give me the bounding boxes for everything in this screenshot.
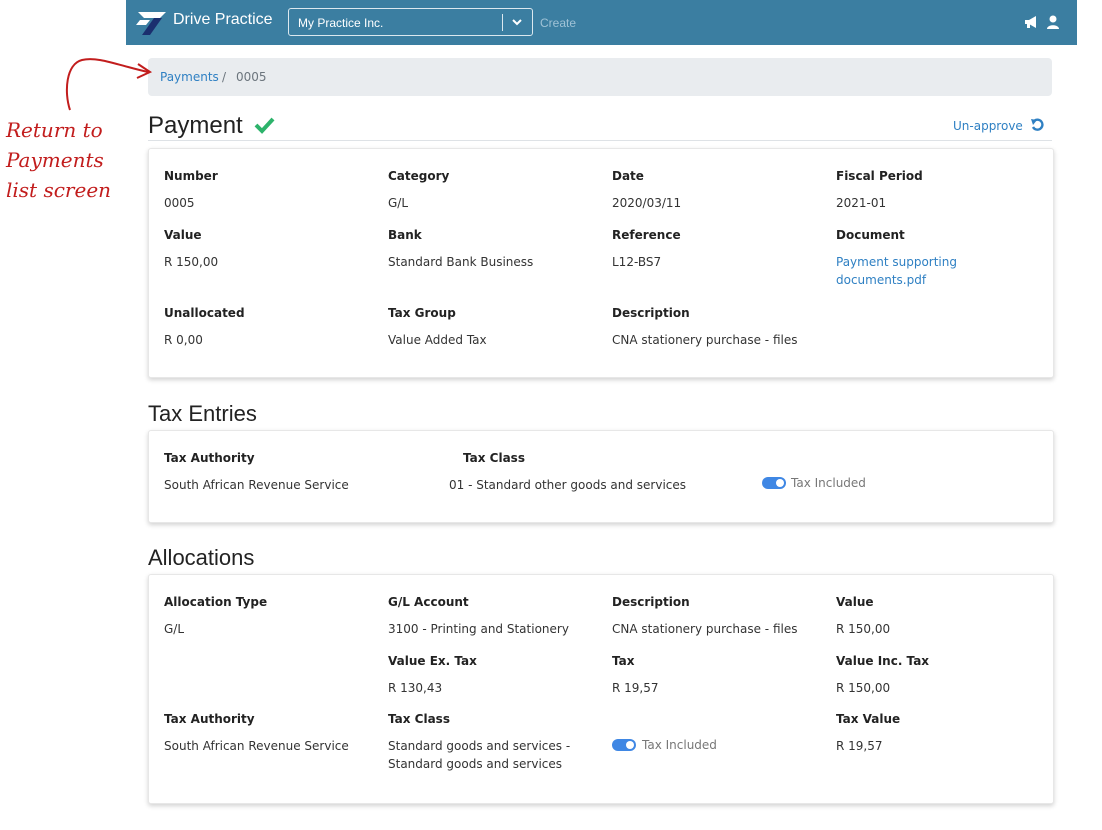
annotation-line: Return to	[6, 118, 103, 142]
allocations-card: Allocation Type G/L G/L Account 3100 - P…	[148, 574, 1054, 804]
chevron-down-icon	[512, 19, 522, 26]
tax-entries-card: Tax Authority South African Revenue Serv…	[148, 430, 1054, 523]
allocation-type-label: Allocation Type	[164, 595, 268, 609]
tax-included-label: Tax Included	[791, 476, 866, 490]
value-label: Value	[164, 228, 202, 242]
logo-icon[interactable]	[136, 8, 168, 36]
allocation-type-value: G/L	[164, 622, 185, 636]
date-value: 2020/03/11	[612, 196, 682, 210]
breadcrumb: Payments / 0005	[148, 58, 1052, 96]
tax-included-toggle[interactable]	[762, 477, 786, 489]
megaphone-icon[interactable]	[1023, 14, 1039, 30]
reference-label: Reference	[612, 228, 681, 242]
document-label: Document	[836, 228, 905, 242]
title-divider	[148, 140, 1052, 141]
breadcrumb-payments-link[interactable]: Payments	[160, 70, 219, 84]
allocation-tax-included-toggle[interactable]	[612, 739, 636, 751]
value-value: R 150,00	[164, 255, 219, 269]
tax-entries-heading: Tax Entries	[148, 401, 257, 426]
tax-authority-value: South African Revenue Service	[164, 478, 349, 492]
create-menu[interactable]: Create	[540, 16, 576, 30]
allocation-tax-class-label: Tax Class	[388, 712, 450, 726]
allocation-description-label: Description	[612, 595, 690, 609]
allocation-tax-included-label: Tax Included	[642, 738, 717, 752]
tax-authority-label: Tax Authority	[164, 451, 255, 465]
number-label: Number	[164, 169, 218, 183]
fiscal-period-label: Fiscal Period	[836, 169, 923, 183]
fiscal-period-value: 2021-01	[836, 196, 887, 210]
allocation-tax-authority-label: Tax Authority	[164, 712, 255, 726]
date-label: Date	[612, 169, 644, 183]
annotation-text: Return to Payments list screen	[6, 115, 146, 205]
tax-class-label: Tax Class	[463, 451, 525, 465]
value-ex-tax-label: Value Ex. Tax	[388, 654, 477, 668]
tax-group-label: Tax Group	[388, 306, 456, 320]
allocation-description-value: CNA stationery purchase - files	[612, 622, 798, 636]
unapprove-button[interactable]: Un-approve	[953, 119, 1023, 133]
document-link-line: documents.pdf	[836, 273, 927, 287]
breadcrumb-current: 0005	[236, 70, 267, 84]
description-value: CNA stationery purchase - files	[612, 333, 798, 347]
allocations-heading: Allocations	[148, 545, 255, 570]
payment-details-card: Number 0005 Category G/L Date 2020/03/11…	[148, 148, 1054, 378]
tax-class-line: Standard goods and services	[388, 757, 563, 771]
reference-value: L12-BS7	[612, 255, 662, 269]
gl-account-label: G/L Account	[388, 595, 469, 609]
number-value: 0005	[164, 196, 195, 210]
tax-value-label: Tax Value	[836, 712, 901, 726]
tax-class-value: 01 - Standard other goods and services	[449, 478, 687, 492]
allocation-value-label: Value	[836, 595, 874, 609]
annotation-line: list screen	[6, 178, 112, 202]
tax-group-value: Value Added Tax	[388, 333, 487, 347]
category-label: Category	[388, 169, 450, 183]
tax-class-line: Standard goods and services -	[388, 739, 571, 753]
brand-name[interactable]: Drive Practice	[173, 11, 273, 29]
value-inc-tax-label: Value Inc. Tax	[836, 654, 930, 668]
unallocated-value: R 0,00	[164, 333, 203, 347]
description-label: Description	[612, 306, 690, 320]
select-divider	[502, 14, 503, 31]
breadcrumb-separator: /	[222, 70, 227, 84]
page-title: Payment	[148, 112, 243, 139]
top-navbar: Drive Practice My Practice Inc. Create	[126, 0, 1077, 45]
company-name: My Practice Inc.	[298, 16, 384, 30]
category-value: G/L	[388, 196, 409, 210]
annotation-arrow	[65, 58, 153, 111]
tax-label: Tax	[612, 654, 635, 668]
document-link[interactable]: Payment supporting documents.pdf	[836, 253, 957, 289]
gl-account-value: 3100 - Printing and Stationery	[388, 622, 569, 636]
bank-value: Standard Bank Business	[388, 255, 534, 269]
tax-value-amount: R 19,57	[836, 739, 883, 753]
tax-value: R 19,57	[612, 681, 659, 695]
annotation-line: Payments	[6, 148, 104, 172]
user-icon[interactable]	[1045, 14, 1061, 30]
allocation-tax-class-value: Standard goods and services - Standard g…	[388, 737, 570, 773]
document-link-line: Payment supporting	[836, 255, 957, 269]
value-ex-tax-value: R 130,43	[388, 681, 443, 695]
company-select[interactable]: My Practice Inc.	[288, 8, 533, 36]
value-inc-tax-value: R 150,00	[836, 681, 891, 695]
allocation-value-value: R 150,00	[836, 622, 891, 636]
bank-label: Bank	[388, 228, 422, 242]
allocation-tax-authority-value: South African Revenue Service	[164, 739, 349, 753]
check-icon	[254, 117, 275, 134]
unallocated-label: Unallocated	[164, 306, 245, 320]
undo-icon[interactable]	[1030, 118, 1044, 132]
